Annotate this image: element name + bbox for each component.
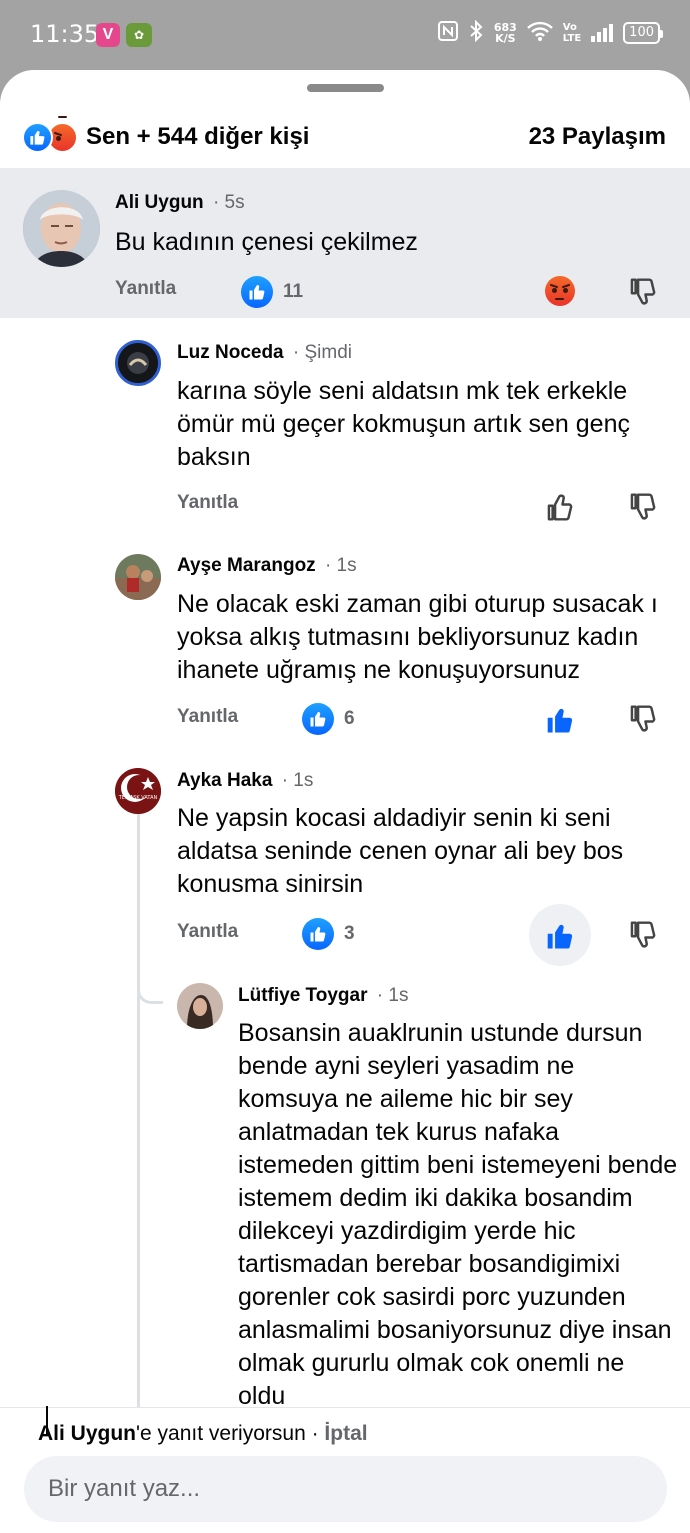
volte-bottom: LTE (562, 32, 582, 44)
comment-text: karına söyle seni aldatsın mk tek erkekl… (177, 377, 630, 471)
share-count[interactable]: 23 Paylaşım (529, 123, 666, 151)
battery-level: 100 (629, 24, 654, 40)
avatar[interactable] (177, 983, 223, 1029)
comment-author[interactable]: Ali Uygun (115, 192, 204, 213)
reply-button[interactable]: Yanıtla (177, 921, 238, 943)
like-reaction-icon (302, 918, 334, 950)
reply-button[interactable]: Yanıtla (177, 492, 238, 514)
reply-button[interactable]: Yanıtla (177, 706, 238, 728)
like-count-badge[interactable]: 6 (302, 703, 355, 735)
drag-handle[interactable] (307, 84, 384, 92)
dislike-icon[interactable] (628, 703, 660, 735)
avatar[interactable] (23, 190, 100, 267)
comment-time: · 1s (376, 985, 409, 1006)
comment-text: Bosansin auaklrunin ustunde dursun bende… (238, 1019, 678, 1410)
dislike-icon[interactable] (628, 276, 660, 308)
notification-app-icon: V (96, 23, 120, 47)
wifi-icon (526, 21, 553, 44)
comment-time: · 5s (212, 192, 245, 213)
reply-input[interactable] (24, 1456, 667, 1522)
comment-text: Bu kadının çenesi çekilmez (115, 228, 418, 256)
comment-time: · 1s (324, 555, 357, 576)
like-icon-active[interactable] (545, 703, 577, 735)
reply-button[interactable]: Yanıtla (115, 278, 176, 300)
like-icon[interactable] (545, 491, 577, 523)
dislike-icon[interactable] (628, 919, 660, 951)
signal-icon (591, 23, 614, 42)
cancel-reply-button[interactable]: İptal (324, 1422, 367, 1445)
comment-header: Luz Noceda · Şimdi (177, 342, 352, 364)
replying-to-suffix: 'e yanıt veriyorsun · (136, 1422, 325, 1445)
bluetooth-icon (468, 19, 484, 45)
screen: 11:35 V ✿ 683 K/S Vo LTE 100 Sen + 544 d… (0, 0, 690, 1533)
avatar[interactable]: TEK AŞK VATAN (115, 768, 161, 814)
like-reaction-icon (302, 703, 334, 735)
reaction-summary[interactable]: Sen + 544 diğer kişi (22, 115, 310, 153)
comment-author[interactable]: Luz Noceda (177, 342, 284, 363)
like-reaction-icon (22, 121, 53, 153)
comment-header: Ali Uygun · 5s (115, 192, 245, 214)
battery-icon: 100 (623, 21, 663, 44)
text-caret (46, 1406, 48, 1436)
avatar-badge-text: TEK AŞK VATAN (118, 795, 158, 801)
like-count: 6 (344, 708, 355, 729)
status-icons: 683 K/S Vo LTE 100 (437, 19, 663, 45)
comments-sheet: Sen + 544 diğer kişi 23 Paylaşım Ali Uyg… (0, 70, 690, 1533)
volte-top: Vo (562, 21, 577, 33)
like-count-badge[interactable]: 11 (241, 276, 303, 308)
net-speed-value: 683 (493, 20, 517, 34)
reaction-summary-text: Sen + 544 diğer kişi (86, 123, 310, 150)
like-count: 3 (344, 923, 355, 944)
volte-indicator: Vo LTE (563, 22, 581, 44)
notification-game-icon: ✿ (126, 23, 152, 47)
comment-author[interactable]: Lütfiye Toygar (238, 985, 368, 1006)
net-speed: 683 K/S (494, 22, 517, 44)
replying-to-banner: Ali Uygun'e yanıt veriyorsun · İptal (38, 1422, 368, 1446)
comment-author[interactable]: Ayka Haka (177, 770, 272, 791)
avatar[interactable] (115, 340, 161, 386)
comment-header: Ayka Haka · 1s (177, 770, 313, 792)
comment-time: · 1s (281, 770, 314, 791)
thread-line (137, 800, 140, 1480)
comment-header: Ayşe Marangoz · 1s (177, 555, 357, 577)
replying-to-name: Ali Uygun (38, 1422, 136, 1445)
like-icon-active[interactable] (545, 919, 577, 951)
like-reaction-icon (241, 276, 273, 308)
net-speed-unit: K/S (495, 31, 516, 45)
status-bar: 11:35 V ✿ 683 K/S Vo LTE 100 (0, 0, 690, 70)
avatar[interactable] (115, 554, 161, 600)
status-time: 11:35 (30, 20, 100, 48)
comment-header: Lütfiye Toygar · 1s (238, 985, 408, 1007)
like-count: 11 (283, 281, 304, 302)
comment-time: · Şimdi (292, 342, 353, 363)
dislike-icon[interactable] (628, 491, 660, 523)
comment-text: Ne olacak eski zaman gibi oturup susacak… (177, 590, 658, 684)
reactions-bar: Sen + 544 diğer kişi 23 Paylaşım (0, 106, 690, 168)
angry-reaction-button[interactable] (545, 276, 575, 306)
comment-author[interactable]: Ayşe Marangoz (177, 555, 316, 576)
thread-connector (137, 970, 163, 1004)
reply-composer: Ali Uygun'e yanıt veriyorsun · İptal (0, 1407, 690, 1533)
comment-text: Ne yapsin kocasi aldadiyir senin ki seni… (177, 804, 624, 898)
like-count-badge[interactable]: 3 (302, 918, 355, 950)
nfc-icon (437, 21, 458, 44)
